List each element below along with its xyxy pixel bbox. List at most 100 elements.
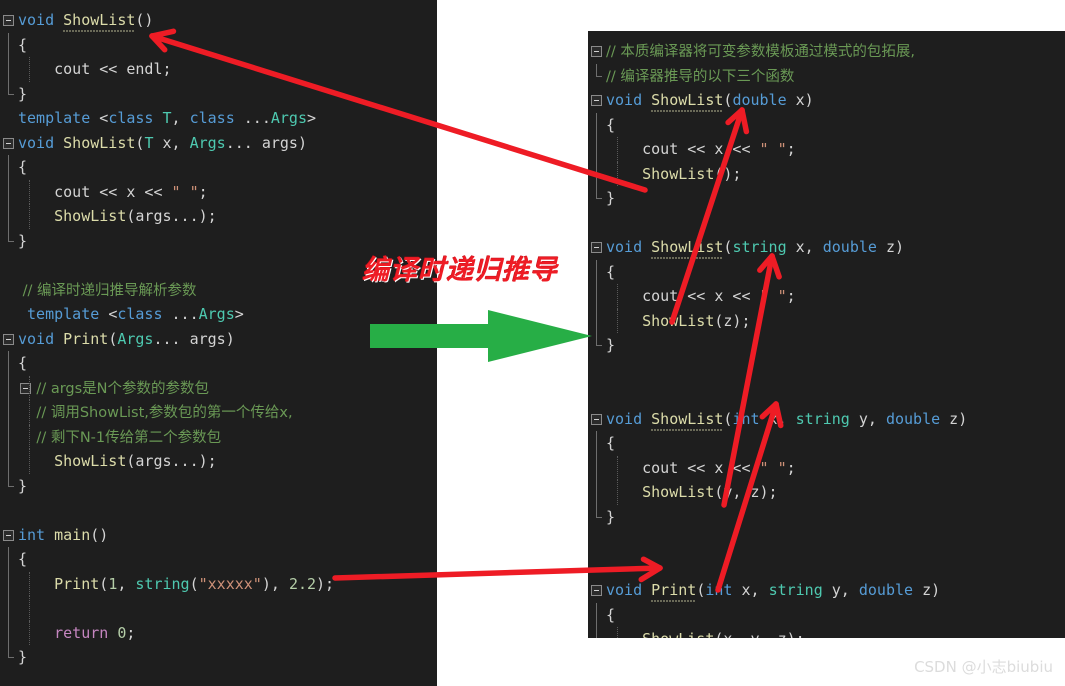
code-token: cout << x << (606, 458, 760, 477)
fold-bracket (596, 186, 602, 199)
fold-toggle-icon[interactable] (3, 333, 14, 345)
fold-bracket (596, 63, 602, 77)
indent-guide (29, 449, 30, 474)
fold-bracket (8, 645, 14, 658)
fold-toggle-icon[interactable] (591, 46, 602, 57)
code-token: { (18, 354, 28, 372)
right-arrow-icon (370, 310, 592, 362)
code-token: ), (261, 574, 289, 593)
code-token: (z); (714, 311, 751, 330)
code-line: // 编译器推导的以下三个函数 (588, 63, 967, 89)
code-token: " " (759, 287, 787, 305)
code-token: { (18, 550, 28, 568)
indent-guide (617, 284, 618, 309)
fold-toggle-icon[interactable] (3, 529, 14, 541)
code-line: { (0, 32, 334, 57)
code-token: endl (126, 60, 163, 78)
code-token: ShowList (63, 133, 136, 152)
code-token: // 本质编译器将可变参数模板通过模式的包拓展, (606, 44, 915, 60)
indent-guide (29, 57, 30, 82)
code-token: template (18, 109, 100, 127)
fold-bracket (8, 547, 9, 572)
fold-bracket (596, 137, 597, 162)
expanded-code-editor[interactable]: // 本质编译器将可变参数模板通过模式的包拓展, // 编译器推导的以下三个函数 v… (588, 31, 1065, 638)
fold-bracket (596, 333, 602, 346)
code-token: x, (732, 581, 769, 599)
indent-guide (617, 455, 618, 480)
code-token: void (606, 91, 643, 109)
code-token: x, (759, 409, 796, 428)
fold-bracket (8, 228, 14, 242)
code-token: ShowList (54, 207, 127, 225)
code-token: } (18, 231, 28, 250)
code-token: (args...); (126, 207, 217, 225)
code-token: " " (759, 458, 787, 477)
fold-toggle-icon[interactable] (3, 15, 14, 26)
code-token: (args...); (126, 452, 217, 470)
code-token: z) (913, 581, 941, 599)
fold-toggle-icon[interactable] (591, 413, 602, 425)
code-token: double (822, 238, 877, 256)
code-line: void ShowList() (0, 8, 334, 33)
code-token: < (108, 305, 118, 323)
code-token: void (606, 409, 643, 428)
code-token: x, (153, 133, 190, 152)
code-token: string (795, 409, 850, 428)
code-line: ShowList(z); (588, 308, 967, 333)
code-token: Print (651, 581, 697, 599)
code-line: // 调用ShowList,参数包的第一个传给x, (0, 400, 334, 425)
fold-bracket (8, 81, 14, 95)
fold-toggle-icon[interactable] (591, 242, 602, 253)
code-token: { (18, 158, 28, 176)
code-line: ShowList(); (588, 161, 967, 186)
fold-toggle-icon[interactable] (591, 95, 602, 106)
code-token: { (606, 434, 616, 452)
expanded-code-lines: // 本质编译器将可变参数模板通过模式的包拓展, // 编译器推导的以下三个函数 v… (588, 39, 967, 638)
code-token: ShowList (651, 91, 724, 109)
code-line: cout << x << " "; (588, 284, 967, 309)
code-token: // 编译器推导的以下三个函数 (606, 68, 795, 85)
code-token: int (732, 409, 760, 428)
code-token: 1 (108, 574, 118, 593)
code-line: // 本质编译器将可变参数模板通过模式的包拓展, (588, 39, 967, 64)
code-token: cout << (18, 60, 127, 78)
code-token: Args (270, 109, 307, 127)
fold-toggle-icon[interactable] (3, 137, 14, 149)
fold-bracket (596, 602, 597, 627)
fold-toggle-icon[interactable] (591, 585, 602, 596)
code-line: cout << x << " "; (588, 455, 967, 480)
code-token: string (135, 574, 190, 593)
code-token: Args (117, 329, 154, 348)
code-line: void Print(int x, string y, double z) (588, 578, 967, 603)
code-token: class (117, 305, 163, 323)
code-line: int main() (0, 523, 334, 548)
code-token: void (18, 329, 55, 348)
indent-guide (617, 161, 618, 186)
code-token: } (606, 336, 616, 354)
code-token: } (18, 476, 28, 495)
code-token: class (108, 109, 154, 127)
indent-guide (29, 375, 30, 400)
code-line: cout << x << " "; (0, 179, 334, 204)
code-token: ; (162, 60, 172, 78)
code-line: void ShowList(int x, string y, double z) (588, 407, 967, 432)
code-token: x, (786, 238, 823, 256)
code-token: { (606, 115, 616, 134)
code-line: return 0; (0, 620, 334, 645)
code-token: template (18, 305, 109, 323)
code-token: string (732, 238, 787, 256)
code-line: void ShowList(string x, double z) (588, 235, 967, 260)
